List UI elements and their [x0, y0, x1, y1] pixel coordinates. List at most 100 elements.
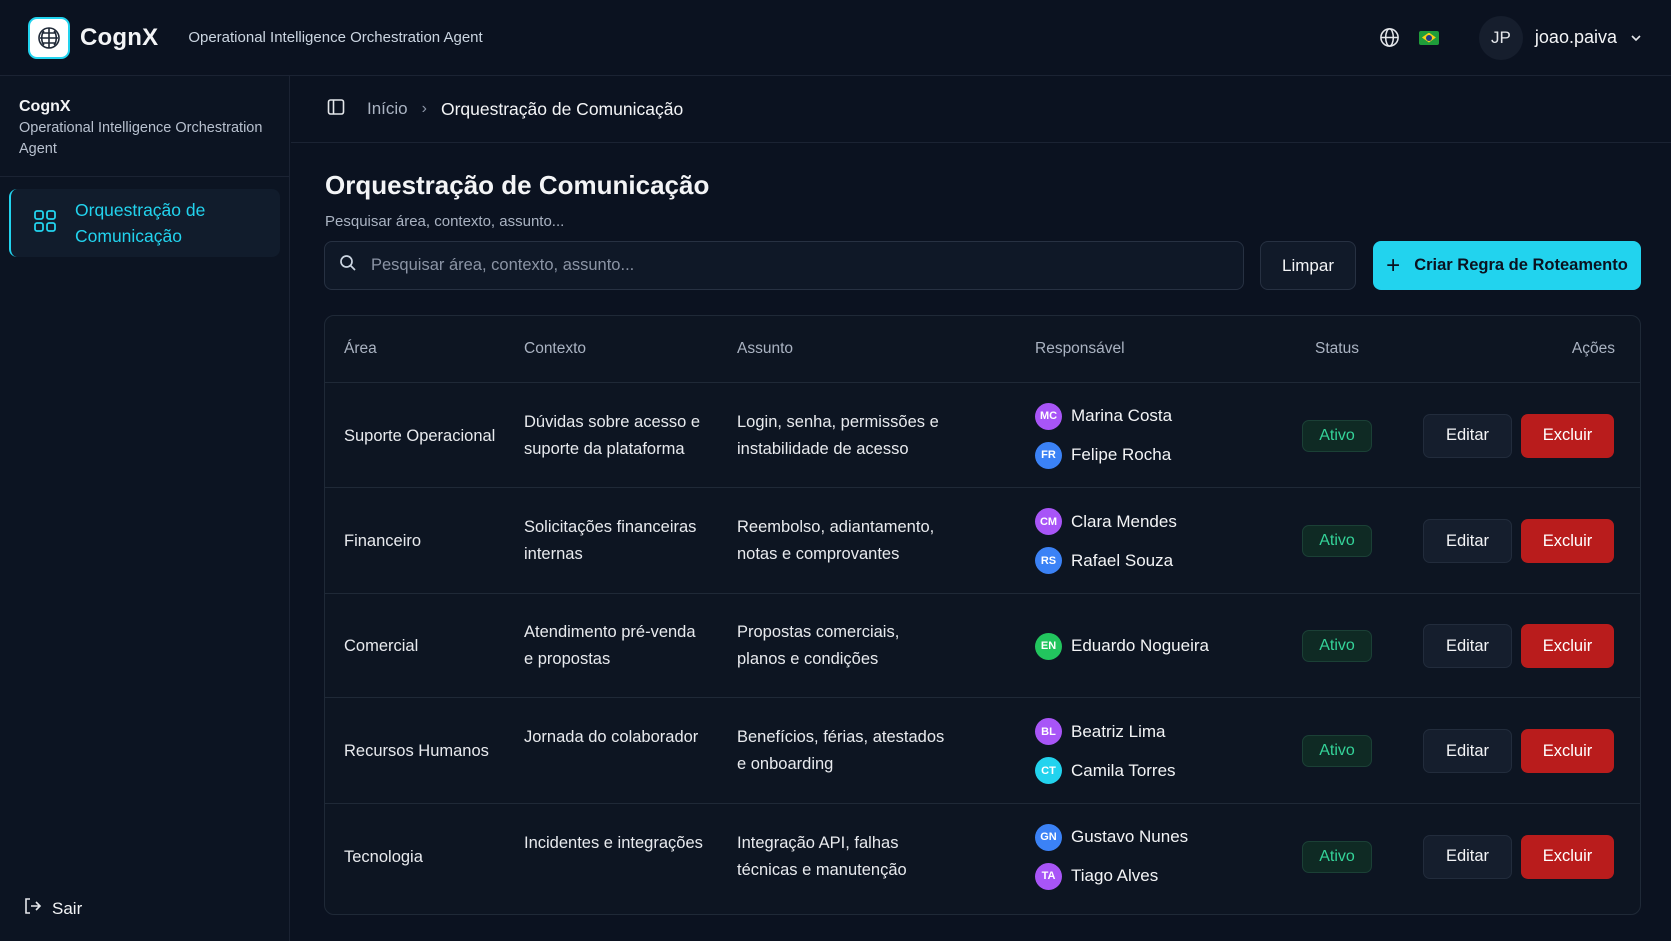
edit-button[interactable]: Editar: [1423, 834, 1512, 879]
person-avatar: MC: [1035, 402, 1062, 430]
column-header-area[interactable]: Área: [344, 340, 377, 358]
person-avatar: CT: [1035, 757, 1062, 784]
responsible-cell: MC Marina Costa FR Felipe Rocha: [1035, 402, 1173, 469]
edit-button[interactable]: Editar: [1423, 729, 1512, 773]
search-icon: [339, 254, 357, 277]
area-cell: Tecnologia: [344, 847, 423, 866]
edit-button[interactable]: Editar: [1423, 624, 1512, 668]
brain-logo-icon[interactable]: [28, 16, 70, 59]
username[interactable]: joao.paiva: [1535, 27, 1617, 48]
sidebar-header: CognX Operational Intelligence Orchestra…: [0, 76, 289, 177]
responsible-person: FR Felipe Rocha: [1035, 441, 1172, 469]
subject-cell: Integração API, falhas técnicas e manute…: [737, 833, 907, 879]
column-header-context[interactable]: Contexto: [524, 340, 586, 358]
column-header-status[interactable]: Status: [1315, 340, 1359, 358]
responsible-person: MC Marina Costa: [1035, 402, 1173, 430]
person-name: Clara Mendes: [1071, 511, 1177, 531]
responsible-cell: GN Gustavo Nunes TA Tiago Alves: [1035, 823, 1189, 890]
status-badge: Ativo: [1302, 840, 1372, 873]
person-avatar: GN: [1035, 823, 1062, 851]
subject-cell: Reembolso, adiantamento, notas e comprov…: [737, 518, 935, 563]
person-name: Marina Costa: [1071, 406, 1173, 425]
brand-name: CognX: [80, 23, 159, 51]
person-name: Camila Torres: [1071, 760, 1176, 780]
delete-button[interactable]: Excluir: [1521, 413, 1614, 458]
edit-button[interactable]: Editar: [1423, 519, 1512, 563]
user-avatar[interactable]: JP: [1478, 15, 1523, 60]
routing-rules-table: Área Contexto Assunto Responsável Status…: [324, 315, 1641, 915]
person-avatar: BL: [1035, 718, 1062, 745]
delete-button[interactable]: Excluir: [1521, 624, 1614, 668]
search-input[interactable]: [371, 256, 1221, 275]
breadcrumb: Início › Orquestração de Comunicação: [291, 76, 1671, 143]
person-avatar: RS: [1035, 547, 1062, 574]
sidebar-subtitle: Operational Intelligence Orchestration A…: [19, 120, 263, 157]
sidebar-toggle-icon[interactable]: [327, 98, 345, 121]
status-badge: Ativo: [1302, 419, 1372, 452]
clear-button[interactable]: Limpar: [1260, 241, 1356, 290]
status-badge: Ativo: [1302, 735, 1372, 767]
column-header-actions: Ações: [1571, 340, 1615, 357]
person-avatar: EN: [1035, 632, 1062, 660]
context-cell: Jornada do colaborador: [524, 728, 699, 746]
logout-label: Sair: [52, 898, 83, 918]
create-routing-rule-button[interactable]: + Criar Regra de Roteamento: [1373, 241, 1641, 290]
subject-cell: Login, senha, permissões e instabilidade…: [737, 412, 939, 458]
delete-button[interactable]: Excluir: [1521, 729, 1614, 773]
person-avatar: TA: [1035, 862, 1062, 890]
page-description: Pesquisar área, contexto, assunto...: [325, 213, 565, 230]
responsible-person: BL Beatriz Lima: [1035, 718, 1176, 745]
plus-icon: +: [1386, 251, 1401, 279]
table-body: Suporte Operacional Dúvidas sobre acesso …: [325, 383, 1640, 909]
area-cell: Suporte Operacional: [344, 426, 496, 445]
area-cell: Comercial: [344, 637, 419, 655]
main-content: Início › Orquestração de Comunicação Orq…: [291, 76, 1671, 941]
globe-icon[interactable]: [1379, 27, 1401, 49]
column-header-responsible[interactable]: Responsável: [1035, 340, 1125, 358]
search-box[interactable]: [324, 241, 1244, 290]
person-name: Felipe Rocha: [1071, 445, 1172, 464]
sidebar-item-communication-orchestration[interactable]: Orquestração de Comunicação: [9, 189, 280, 257]
column-header-subject[interactable]: Assunto: [737, 340, 793, 358]
responsible-person: EN Eduardo Nogueira: [1035, 632, 1209, 660]
context-cell: Dúvidas sobre acesso e suporte da plataf…: [524, 412, 701, 458]
delete-button[interactable]: Excluir: [1521, 834, 1614, 879]
edit-button[interactable]: Editar: [1423, 413, 1512, 458]
person-name: Rafael Souza: [1071, 550, 1174, 570]
table-header: Área Contexto Assunto Responsável Status…: [325, 316, 1640, 383]
area-cell: Financeiro: [344, 532, 422, 550]
chevron-down-icon[interactable]: [1629, 31, 1643, 45]
status-badge: Ativo: [1302, 525, 1372, 557]
brand-tagline: Operational Intelligence Orchestration A…: [188, 29, 483, 46]
responsible-person: CT Camila Torres: [1035, 757, 1176, 784]
top-right-actions: JP joao.paiva: [1379, 15, 1643, 60]
person-name: Gustavo Nunes: [1071, 827, 1189, 846]
brazil-flag-icon[interactable]: [1418, 30, 1439, 45]
person-name: Tiago Alves: [1071, 866, 1159, 885]
context-cell: Solicitações financeiras internas: [524, 518, 697, 563]
top-bar: CognX Operational Intelligence Orchestra…: [0, 0, 1671, 76]
responsible-person: GN Gustavo Nunes: [1035, 823, 1189, 851]
person-avatar: FR: [1035, 441, 1062, 469]
logout-button[interactable]: Sair: [22, 896, 82, 921]
context-cell: Atendimento pré-venda e propostas: [524, 623, 696, 668]
responsible-person: RS Rafael Souza: [1035, 547, 1177, 574]
person-name: Eduardo Nogueira: [1071, 636, 1209, 655]
delete-button[interactable]: Excluir: [1521, 519, 1614, 563]
responsible-cell: BL Beatriz Lima CT Camila Torres: [1035, 718, 1176, 784]
table-row: Recursos Humanos Jornada do colaborador Be…: [325, 698, 1640, 804]
logout-icon: [22, 896, 42, 921]
grid-icon: [33, 209, 57, 238]
breadcrumb-home-link[interactable]: Início: [367, 99, 408, 119]
area-cell: Recursos Humanos: [344, 742, 489, 760]
subject-cell: Propostas comerciais, planos e condições: [737, 623, 900, 668]
responsible-person: CM Clara Mendes: [1035, 508, 1177, 535]
context-cell: Incidentes e integrações: [524, 833, 703, 852]
responsible-cell: EN Eduardo Nogueira: [1035, 632, 1209, 660]
chevron-right-icon: ›: [421, 100, 427, 117]
table-row: Tecnologia Incidentes e integrações Integr…: [325, 804, 1640, 909]
sidebar-title: CognX: [19, 98, 71, 115]
person-avatar: CM: [1035, 508, 1062, 535]
sidebar-item-label: Orquestração de Comunicação: [75, 200, 206, 246]
table-row: Comercial Atendimento pré-venda e propost…: [325, 594, 1640, 698]
